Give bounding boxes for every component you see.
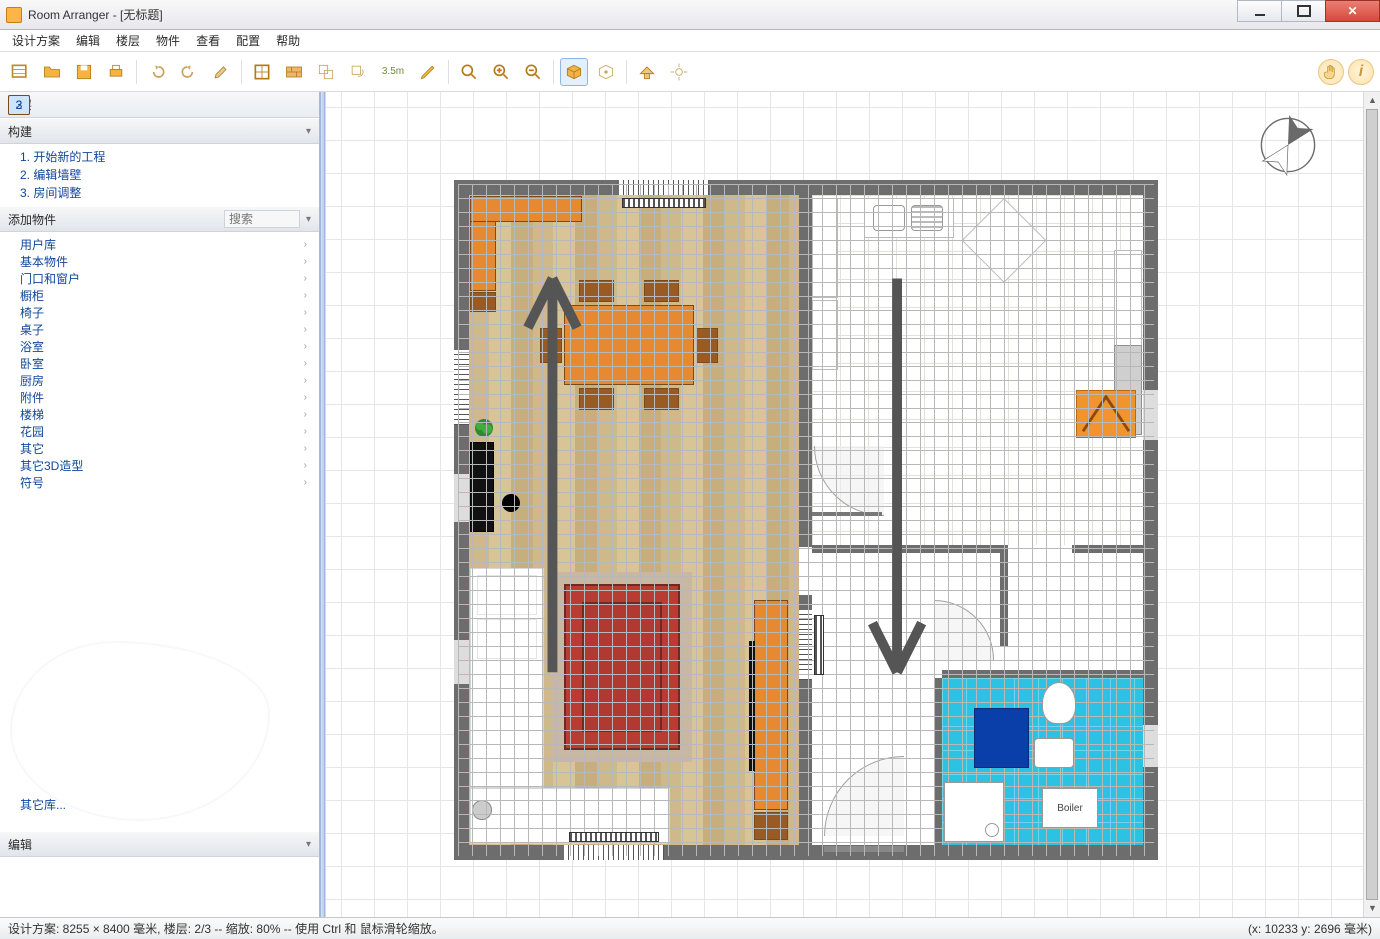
menu-edit[interactable]: 编辑 <box>68 30 108 52</box>
tool-view3d-walk-icon[interactable] <box>592 58 620 86</box>
floor-plan[interactable]: Boiler <box>454 180 1158 860</box>
section-add-label: 添加物件 <box>8 211 56 228</box>
tool-brush-icon[interactable] <box>207 58 235 86</box>
tool-move-icon[interactable] <box>312 58 340 86</box>
search-input[interactable] <box>224 210 300 228</box>
bath-sink[interactable] <box>1034 738 1074 768</box>
tool-zoom-in-icon[interactable] <box>487 58 515 86</box>
chevron-down-icon: ▾ <box>306 839 311 850</box>
shower[interactable] <box>944 782 1004 842</box>
menu-view[interactable]: 查看 <box>188 30 228 52</box>
window-maximize-button[interactable] <box>1281 0 1326 22</box>
tool-open-icon[interactable] <box>38 58 66 86</box>
cat-userlib[interactable]: 用户库› <box>20 236 319 253</box>
tool-save-icon[interactable] <box>70 58 98 86</box>
section-edit-label: 编辑 <box>8 836 32 853</box>
tool-render-icon[interactable] <box>665 58 693 86</box>
floors-switcher: 楼层 1 2 3 <box>0 92 319 118</box>
tool-redo-icon[interactable] <box>175 58 203 86</box>
build-step-3[interactable]: 房间调整 <box>20 184 319 202</box>
canvas[interactable]: Boiler ▲ ▼ <box>325 92 1380 917</box>
cat-tables[interactable]: 桌子› <box>20 321 319 338</box>
titlebar: Room Arranger - [无标题] <box>0 0 1380 30</box>
build-step-2[interactable]: 编辑墙壁 <box>20 166 319 184</box>
cat-stairs[interactable]: 楼梯› <box>20 406 319 423</box>
status-left: 设计方案: 8255 × 8400 毫米, 楼层: 2/3 -- 缩放: 80%… <box>8 920 444 937</box>
tool-info-icon[interactable]: i <box>1348 59 1374 85</box>
chevron-down-icon: ▾ <box>306 214 311 225</box>
cat-chairs[interactable]: 椅子› <box>20 304 319 321</box>
tool-zoom-fit-icon[interactable] <box>455 58 483 86</box>
cat-bath[interactable]: 浴室› <box>20 338 319 355</box>
window-minimize-button[interactable] <box>1237 0 1282 22</box>
tool-rotate-icon[interactable] <box>344 58 372 86</box>
vertical-scrollbar[interactable]: ▲ ▼ <box>1363 92 1380 917</box>
tool-zoom-out-icon[interactable] <box>519 58 547 86</box>
radiator[interactable] <box>569 832 659 842</box>
build-step-list: 开始新的工程 编辑墙壁 房间调整 <box>0 144 319 206</box>
cat-basic[interactable]: 基本物件› <box>20 253 319 270</box>
tool-pencil-icon[interactable] <box>414 58 442 86</box>
menu-floors[interactable]: 楼层 <box>108 30 148 52</box>
window-title: Room Arranger - [无标题] <box>28 6 163 23</box>
category-list: 用户库› 基本物件› 门口和窗户› 橱柜› 椅子› 桌子› 浴室› 卧室› 厨房… <box>0 232 319 495</box>
cat-symbols[interactable]: 符号› <box>20 474 319 491</box>
app-icon <box>6 7 22 23</box>
bath-mat[interactable] <box>974 708 1029 768</box>
cat-accessory[interactable]: 附件› <box>20 389 319 406</box>
menu-design[interactable]: 设计方案 <box>4 30 68 52</box>
tool-view3d-icon[interactable] <box>560 58 588 86</box>
tool-walls-icon[interactable] <box>248 58 276 86</box>
tool-undo-icon[interactable] <box>143 58 171 86</box>
boiler[interactable]: Boiler <box>1042 788 1098 828</box>
section-edit-header[interactable]: 编辑 ▾ <box>0 831 319 857</box>
other-library-link[interactable]: 其它库... <box>0 788 86 825</box>
stairs[interactable] <box>454 180 597 300</box>
tool-measure-icon[interactable]: 3.5m <box>376 58 410 86</box>
sidebar: 楼层 1 2 3 构建 ▾ 开始新的工程 编辑墙壁 房间调整 添加物件 ▾ 用户… <box>0 92 320 917</box>
build-step-1[interactable]: 开始新的工程 <box>20 148 319 166</box>
tool-hand-icon[interactable] <box>1318 59 1344 85</box>
section-build-label: 构建 <box>8 123 32 140</box>
floor-3[interactable]: 3 <box>8 95 30 115</box>
section-add-header[interactable]: 添加物件 ▾ <box>0 206 319 232</box>
toolbar: 3.5m i <box>0 52 1380 92</box>
scroll-thumb[interactable] <box>1366 109 1378 900</box>
section-build-header[interactable]: 构建 ▾ <box>0 118 319 144</box>
tool-print-icon[interactable] <box>102 58 130 86</box>
cat-other[interactable]: 其它› <box>20 440 319 457</box>
tool-export-icon[interactable] <box>633 58 661 86</box>
status-bar: 设计方案: 8255 × 8400 毫米, 楼层: 2/3 -- 缩放: 80%… <box>0 917 1380 939</box>
radiator[interactable] <box>814 615 824 675</box>
scroll-up-icon[interactable]: ▲ <box>1364 92 1380 109</box>
window-close-button[interactable] <box>1325 0 1380 22</box>
menu-help[interactable]: 帮助 <box>268 30 308 52</box>
cat-cabinets[interactable]: 橱柜› <box>20 287 319 304</box>
menubar: 设计方案 编辑 楼层 物件 查看 配置 帮助 <box>0 30 1380 52</box>
cat-kitchen[interactable]: 厨房› <box>20 372 319 389</box>
cat-garden[interactable]: 花园› <box>20 423 319 440</box>
menu-objects[interactable]: 物件 <box>148 30 188 52</box>
chevron-down-icon: ▾ <box>306 126 311 137</box>
cat-doors[interactable]: 门口和窗户› <box>20 270 319 287</box>
toilet[interactable] <box>1042 682 1076 724</box>
radiator[interactable] <box>622 198 706 208</box>
status-coords: (x: 10233 y: 2696 毫米) <box>1248 920 1372 937</box>
cat-bedroom[interactable]: 卧室› <box>20 355 319 372</box>
tool-bricks-icon[interactable] <box>280 58 308 86</box>
menu-config[interactable]: 配置 <box>228 30 268 52</box>
compass-icon <box>1253 110 1323 180</box>
scroll-down-icon[interactable]: ▼ <box>1364 900 1380 917</box>
cat-other3d[interactable]: 其它3D造型› <box>20 457 319 474</box>
tool-new-icon[interactable] <box>6 58 34 86</box>
